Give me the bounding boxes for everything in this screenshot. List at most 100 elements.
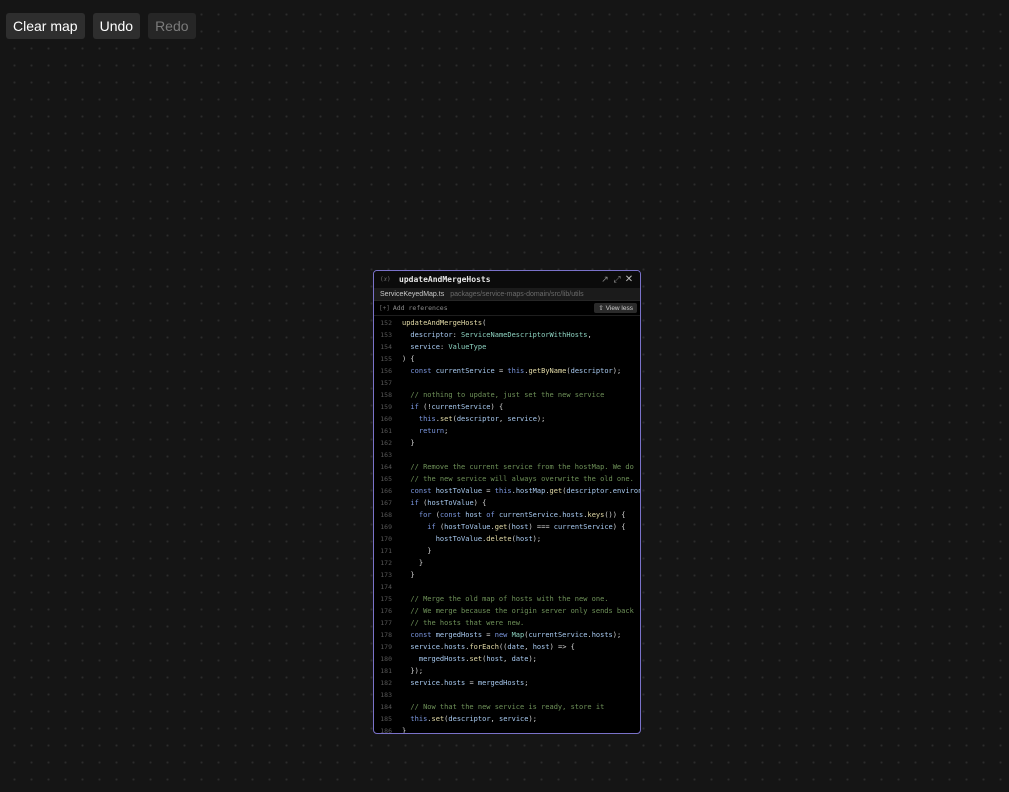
code-token: ValueType	[448, 343, 487, 351]
code-token: ,	[587, 331, 592, 339]
code-token: descriptor	[570, 367, 613, 375]
code-token: ) => {	[549, 643, 575, 651]
code-text: }	[402, 569, 414, 581]
code-line: 170 hostToValue.delete(host);	[374, 533, 640, 545]
code-line: 165 // the new service will always overw…	[374, 473, 640, 485]
code-token: descriptor	[456, 415, 499, 423]
code-token: return	[402, 427, 445, 435]
line-number: 173	[380, 571, 392, 579]
add-references-button[interactable]: Add references	[393, 304, 595, 312]
line-number: 162	[380, 439, 392, 447]
code-token: mergedHosts	[477, 679, 525, 687]
line-number: 180	[380, 655, 392, 663]
map-toolbar: Clear map Undo Redo	[6, 13, 196, 39]
line-number: 175	[380, 595, 392, 603]
code-text: }	[402, 725, 406, 733]
line-number: 179	[380, 643, 392, 651]
code-text: // We merge because the origin server on…	[402, 605, 634, 617]
code-token: currentService	[528, 631, 588, 639]
code-token: =	[494, 367, 508, 375]
code-token: );	[532, 535, 542, 543]
code-token: const	[439, 511, 466, 519]
code-text: service.hosts = mergedHosts;	[402, 677, 528, 689]
code-token: descriptor	[566, 487, 609, 495]
line-number: 174	[380, 583, 392, 591]
code-text: if (!currentService) {	[402, 401, 503, 413]
line-number: 182	[380, 679, 392, 687]
code-token: ) {	[490, 403, 504, 411]
external-link-icon[interactable]: ↗	[599, 275, 611, 285]
code-token: );	[528, 655, 537, 663]
card-header[interactable]: (𝑥) updateAndMergeHosts ↗ ⤢ ✕	[374, 271, 640, 288]
code-token: ,	[490, 715, 499, 723]
file-path: packages/service-maps-domain/src/lib/uti…	[450, 290, 584, 298]
variable-symbol-icon: (𝑥)	[380, 275, 391, 283]
code-token: }	[402, 439, 415, 447]
code-text: this.set(descriptor, service);	[402, 713, 537, 725]
code-token: ServiceNameDescriptorWithHosts	[461, 331, 588, 339]
code-token: this	[402, 715, 428, 723]
file-name[interactable]: ServiceKeyedMap.ts	[380, 291, 444, 298]
code-token: set	[439, 415, 453, 423]
code-text: if (hostToValue.get(host) === currentSer…	[402, 521, 625, 533]
code-token: if	[402, 499, 424, 507]
code-line: 159 if (!currentService) {	[374, 401, 640, 413]
code-token: mergedHosts	[402, 655, 466, 663]
code-token: host	[532, 643, 550, 651]
code-token: ) {	[612, 523, 626, 531]
code-text: mergedHosts.set(host, date);	[402, 653, 537, 665]
code-text: // the new service will always overwrite…	[402, 473, 633, 485]
code-token: service	[507, 415, 537, 423]
code-token: forEach	[469, 643, 499, 651]
code-line: 166 const hostToValue = this.hostMap.get…	[374, 485, 640, 497]
code-token: currentService	[431, 403, 491, 411]
code-text: // Now that the new service is ready, st…	[402, 701, 604, 713]
code-line: 157	[374, 377, 640, 389]
code-token: for	[402, 511, 436, 519]
undo-button[interactable]: Undo	[92, 13, 141, 39]
code-line: 186}	[374, 725, 640, 733]
code-text: if (hostToValue) {	[402, 497, 486, 509]
code-text: }	[402, 437, 415, 449]
code-token: ;	[444, 427, 449, 435]
clear-map-button[interactable]: Clear map	[6, 13, 85, 39]
code-token: // We merge because the origin server on…	[402, 607, 634, 615]
code-token: get	[494, 523, 508, 531]
line-number: 165	[380, 475, 392, 483]
code-text: hostToValue.delete(host);	[402, 533, 541, 545]
line-number: 155	[380, 355, 392, 363]
view-less-button[interactable]: ⇧ View less	[594, 303, 637, 313]
code-line: 178 const mergedHosts = new Map(currentS…	[374, 629, 640, 641]
code-token: ;	[524, 679, 529, 687]
code-view[interactable]: 152 updateAndMergeHosts(153 descriptor: S…	[374, 316, 640, 733]
line-number: 158	[380, 391, 392, 399]
code-token: date	[507, 643, 525, 651]
redo-button[interactable]: Redo	[148, 13, 196, 39]
code-line: 162 }	[374, 437, 640, 449]
code-line: 168 for (const host of currentService.ho…	[374, 509, 640, 521]
code-token: =	[482, 487, 495, 495]
line-number: 177	[380, 619, 392, 627]
code-token: if	[402, 403, 424, 411]
close-icon[interactable]: ✕	[623, 274, 635, 285]
code-text: // Merge the old map of hosts with the n…	[402, 593, 608, 605]
code-token: of	[482, 511, 499, 519]
file-info: ServiceKeyedMap.ts packages/service-maps…	[374, 288, 640, 301]
code-line: 155) {	[374, 353, 640, 365]
code-line: 167 if (hostToValue) {	[374, 497, 640, 509]
expand-icon[interactable]: ⤢	[611, 275, 623, 285]
code-line: 153 descriptor: ServiceNameDescriptorWit…	[374, 329, 640, 341]
code-text: const hostToValue = this.hostMap.get(des…	[402, 485, 640, 497]
code-text: const mergedHosts = new Map(currentServi…	[402, 629, 621, 641]
code-token: if	[402, 523, 440, 531]
code-line: 185 this.set(descriptor, service);	[374, 713, 640, 725]
code-token: );	[536, 415, 546, 423]
code-token: const	[402, 631, 436, 639]
symbol-card[interactable]: (𝑥) updateAndMergeHosts ↗ ⤢ ✕ ServiceKey…	[373, 270, 641, 734]
code-text: // nothing to update, just set the new s…	[402, 389, 604, 401]
code-token: service	[402, 343, 440, 351]
code-text: });	[402, 665, 423, 677]
code-line: 152 updateAndMergeHosts(	[374, 317, 640, 329]
code-line: 180 mergedHosts.set(host, date);	[374, 653, 640, 665]
line-number: 178	[380, 631, 392, 639]
